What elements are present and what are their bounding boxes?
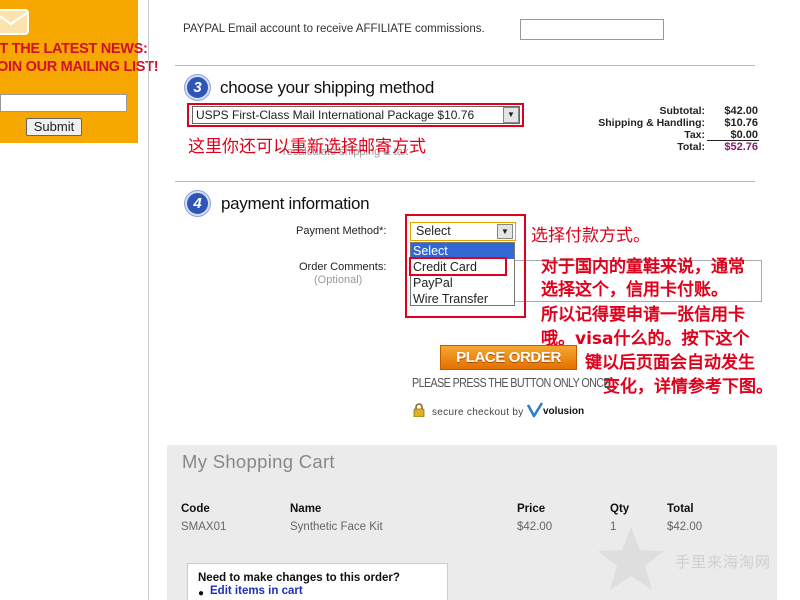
order-changes-question: Need to make changes to this order? <box>198 572 400 584</box>
total-label: Total: <box>677 141 705 153</box>
step-4-badge: 4 <box>185 191 210 216</box>
bullet-icon: ● <box>198 588 205 599</box>
payment-annotation-line: 键以后页面会自动发生 <box>585 353 755 373</box>
tax-label: Tax: <box>684 129 705 141</box>
edit-cart-link[interactable]: Edit items in cart <box>210 585 303 597</box>
column-divider <box>148 0 149 600</box>
order-comments-optional: (Optional) <box>314 274 363 286</box>
payment-annotation-line: 对于国内的童鞋来说，通常 <box>541 257 745 277</box>
section-divider <box>175 65 755 66</box>
step-3-badge: 3 <box>185 75 210 100</box>
section-divider <box>175 181 755 182</box>
payment-annotation-line: 变化，详情参考下图。 <box>603 377 773 397</box>
cart-column-price: Price <box>517 503 546 515</box>
payment-method-label: Payment Method*: <box>296 225 387 237</box>
press-once-notice: PLEASE PRESS THE BUTTON ONLY ONCE. <box>412 376 613 390</box>
shipping-handling-value: $10.76 <box>724 117 758 129</box>
cart-row-name: Synthetic Face Kit <box>290 521 383 533</box>
affiliate-email-input[interactable] <box>520 19 664 40</box>
shipping-handling-label: Shipping & Handling: <box>598 117 705 129</box>
cart-title: My Shopping Cart <box>182 451 335 472</box>
cart-column-qty: Qty <box>610 503 630 515</box>
cart-column-total: Total <box>667 503 694 515</box>
newsletter-headline: ET THE LATEST NEWS: <box>0 41 148 57</box>
payment-annotation-title: 选择付款方式。 <box>531 226 650 246</box>
cart-column-code: Code <box>181 503 210 515</box>
subtotal-label: Subtotal: <box>659 105 706 117</box>
annotation-highlight-box <box>405 214 526 318</box>
subtotal-value: $42.00 <box>724 105 758 117</box>
annotation-highlight-box <box>187 103 524 127</box>
shipping-section-title: choose your shipping method <box>220 78 434 97</box>
volusion-logo-icon <box>527 402 543 418</box>
newsletter-submit-button[interactable]: Submit <box>26 118 82 136</box>
place-order-button[interactable]: PLACE ORDER <box>440 345 577 370</box>
order-comments-label: Order Comments: <box>299 261 387 273</box>
cart-row-price: $42.00 <box>517 521 553 533</box>
cart-row-code: SMAX01 <box>181 521 227 533</box>
payment-annotation-line: 所以记得要申请一张信用卡 <box>541 305 745 325</box>
cart-row-total: $42.00 <box>667 521 703 533</box>
cart-column-name: Name <box>290 503 322 515</box>
newsletter-email-input[interactable] <box>0 94 127 112</box>
volusion-brand: volusion <box>543 406 585 417</box>
watermark-star-icon <box>598 527 664 590</box>
payment-section-title: payment information <box>221 194 370 213</box>
lock-icon <box>413 403 425 417</box>
watermark-text: 手里来海淘网 <box>675 553 772 571</box>
shipping-annotation: 这里你还可以重新选择邮寄方式 <box>188 137 426 157</box>
affiliate-label: PAYPAL Email account to receive AFFILIAT… <box>183 23 485 35</box>
total-value: $52.76 <box>724 141 758 153</box>
newsletter-subheadline: OIN OUR MAILING LIST! <box>0 59 159 75</box>
secure-checkout-text: secure checkout by <box>432 407 524 418</box>
envelope-icon <box>0 9 29 35</box>
payment-annotation-line: 选择这个，信用卡付账。 <box>541 280 728 300</box>
